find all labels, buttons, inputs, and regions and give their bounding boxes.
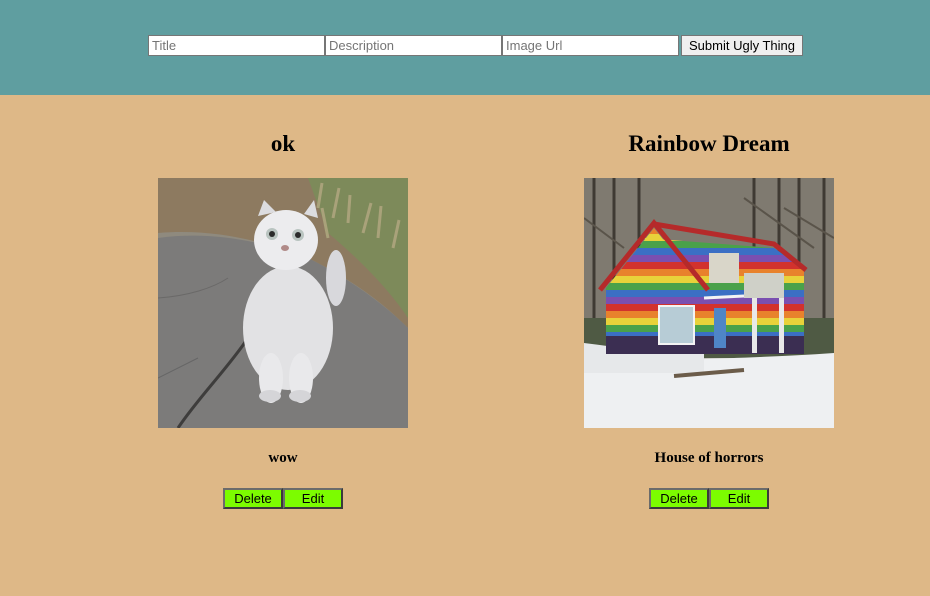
white-cat-photo [158,178,408,428]
edit-button[interactable]: Edit [709,488,769,509]
card-title: Rainbow Dream [628,131,790,156]
delete-button[interactable]: Delete [223,488,283,509]
header-bar: Submit Ugly Thing [0,0,930,95]
card-actions: Delete Edit [223,488,343,509]
description-input[interactable] [325,35,502,56]
submit-button[interactable]: Submit Ugly Thing [681,35,803,56]
card-actions: Delete Edit [649,488,769,509]
card-title: ok [270,131,296,156]
rainbow-house-photo [584,178,834,428]
card-description: House of horrors [654,450,764,466]
image-url-input[interactable] [502,35,679,56]
card-description: wow [268,450,298,466]
delete-button[interactable]: Delete [649,488,709,509]
edit-button[interactable]: Edit [283,488,343,509]
ugly-thing-form: Submit Ugly Thing [148,35,803,56]
card-image [584,178,834,428]
card-image [158,178,408,428]
title-input[interactable] [148,35,325,56]
